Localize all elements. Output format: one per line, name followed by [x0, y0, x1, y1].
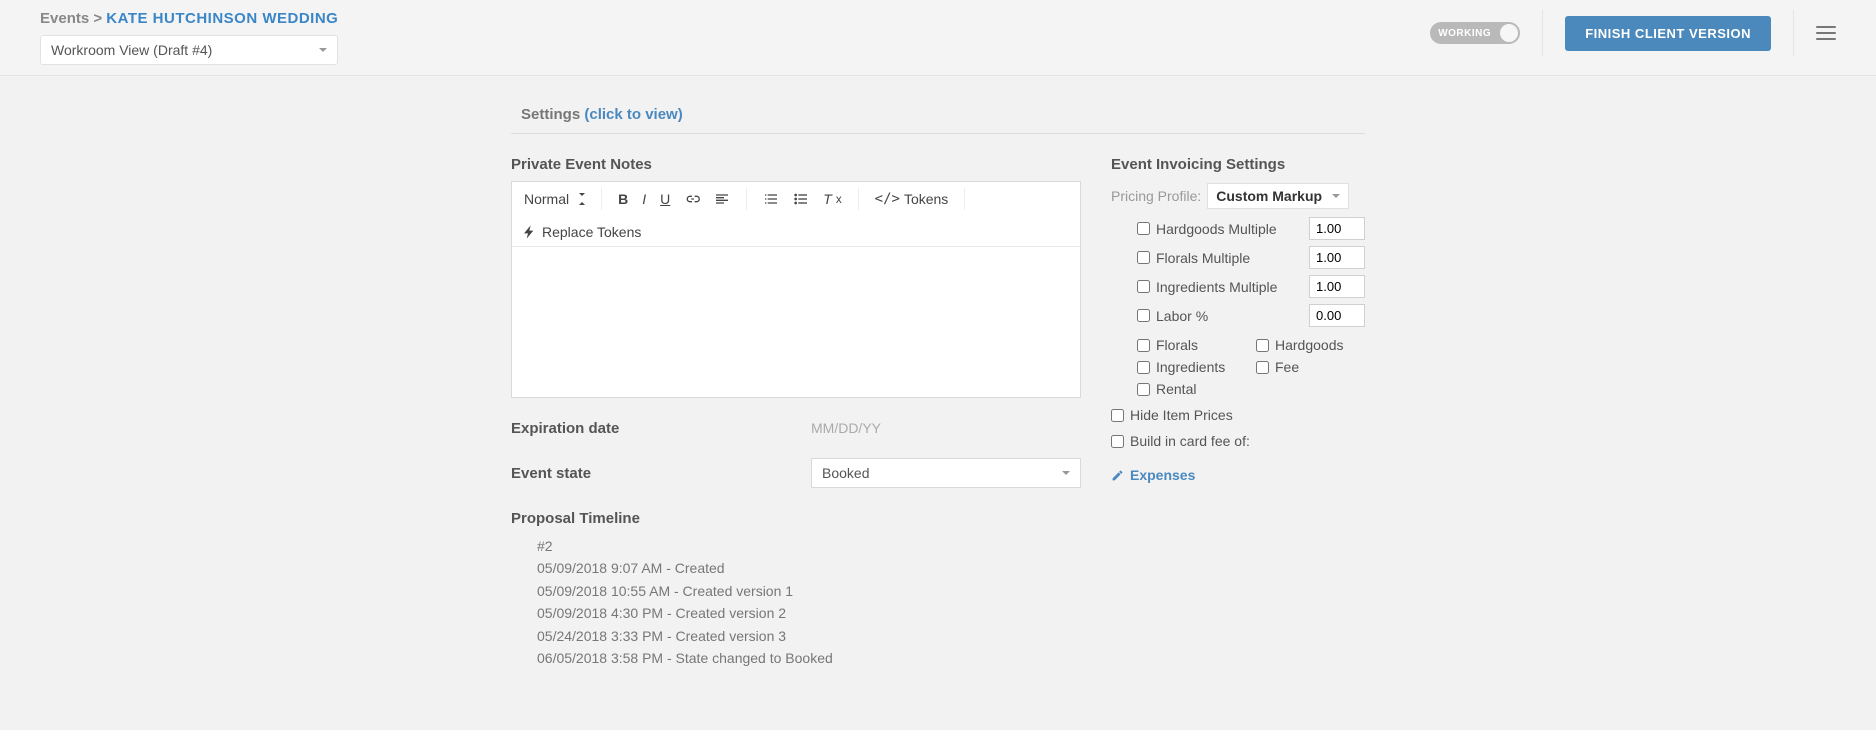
- tokens-label: Tokens: [904, 191, 948, 207]
- pricing-profile-select[interactable]: Custom Markup: [1207, 183, 1349, 209]
- labor-input[interactable]: [1309, 304, 1365, 327]
- timeline-heading: Proposal Timeline: [511, 510, 1081, 527]
- rental-label: Rental: [1156, 381, 1196, 397]
- hardgoods-multiple-checkbox[interactable]: [1137, 222, 1150, 235]
- top-right: WORKING FINISH CLIENT VERSION: [1430, 10, 1836, 56]
- proposal-timeline: Proposal Timeline #2 05/09/2018 9:07 AM …: [511, 510, 1081, 669]
- event-state-value: Booked: [822, 465, 869, 481]
- finish-client-version-button[interactable]: FINISH CLIENT VERSION: [1565, 16, 1771, 51]
- clear-format-icon[interactable]: Tx: [823, 191, 841, 207]
- timeline-id: #2: [537, 535, 1081, 557]
- settings-header: Settings (click to view): [511, 100, 1365, 134]
- hardgoods-label: Hardgoods: [1275, 337, 1344, 353]
- invoicing-heading: Event Invoicing Settings: [1111, 156, 1365, 173]
- private-notes-heading: Private Event Notes: [511, 156, 1081, 173]
- timeline-entry: 06/05/2018 3:58 PM - State changed to Bo…: [537, 647, 1081, 669]
- expiration-label: Expiration date: [511, 420, 791, 437]
- timeline-entry: 05/09/2018 4:30 PM - Created version 2: [537, 602, 1081, 624]
- right-column: Event Invoicing Settings Pricing Profile…: [1111, 156, 1365, 669]
- labor-label: Labor %: [1156, 308, 1208, 324]
- view-select-value: Workroom View (Draft #4): [51, 42, 212, 58]
- hardgoods-multiple-input[interactable]: [1309, 217, 1365, 240]
- divider: [1542, 10, 1543, 56]
- top-bar: Events > KATE HUTCHINSON WEDDING Workroo…: [0, 0, 1876, 76]
- ingredients-multiple-label: Ingredients Multiple: [1156, 279, 1277, 295]
- fee-label: Fee: [1275, 359, 1299, 375]
- pricing-profile-label: Pricing Profile:: [1111, 188, 1201, 204]
- hardgoods-checkbox[interactable]: [1256, 339, 1269, 352]
- settings-expand-link[interactable]: (click to view): [584, 106, 682, 123]
- card-fee-label: Build in card fee of:: [1130, 433, 1250, 449]
- menu-icon[interactable]: [1816, 26, 1836, 40]
- divider: [1793, 10, 1794, 56]
- pricing-profile-value: Custom Markup: [1216, 188, 1322, 204]
- expenses-link[interactable]: Expenses: [1111, 467, 1365, 483]
- bold-icon[interactable]: B: [618, 191, 628, 207]
- ingredients-multiple-checkbox[interactable]: [1137, 280, 1150, 293]
- expenses-label: Expenses: [1130, 467, 1195, 483]
- event-state-label: Event state: [511, 465, 791, 482]
- italic-icon[interactable]: I: [642, 191, 646, 207]
- main-content: Settings (click to view) Private Event N…: [503, 100, 1373, 709]
- ingredients-label: Ingredients: [1156, 359, 1225, 375]
- florals-checkbox[interactable]: [1137, 339, 1150, 352]
- hardgoods-multiple-label: Hardgoods Multiple: [1156, 221, 1277, 237]
- notes-editor: Normal B I U: [511, 181, 1081, 398]
- separator: [964, 188, 965, 210]
- underline-icon[interactable]: U: [660, 191, 670, 207]
- event-state-select[interactable]: Booked: [811, 458, 1081, 488]
- labor-checkbox[interactable]: [1137, 309, 1150, 322]
- breadcrumb-current[interactable]: KATE HUTCHINSON WEDDING: [106, 10, 338, 27]
- settings-label: Settings: [521, 106, 580, 123]
- replace-tokens-button[interactable]: Replace Tokens: [522, 224, 641, 240]
- fee-checkbox[interactable]: [1256, 361, 1269, 374]
- ordered-list-icon[interactable]: [763, 191, 779, 207]
- working-toggle[interactable]: WORKING: [1430, 22, 1520, 44]
- toggle-knob: [1500, 24, 1518, 42]
- hide-item-prices-label: Hide Item Prices: [1130, 407, 1233, 423]
- timeline-entry: 05/09/2018 9:07 AM - Created: [537, 557, 1081, 579]
- florals-multiple-input[interactable]: [1309, 246, 1365, 269]
- ingredients-checkbox[interactable]: [1137, 361, 1150, 374]
- breadcrumb: Events > KATE HUTCHINSON WEDDING: [40, 10, 338, 27]
- florals-multiple-checkbox[interactable]: [1137, 251, 1150, 264]
- florals-label: Florals: [1156, 337, 1198, 353]
- breadcrumb-parent[interactable]: Events >: [40, 10, 102, 27]
- florals-multiple-label: Florals Multiple: [1156, 250, 1250, 266]
- expiration-input[interactable]: MM/DD/YY: [811, 416, 1081, 440]
- ingredients-multiple-input[interactable]: [1309, 275, 1365, 298]
- tokens-button[interactable]: </> Tokens: [875, 191, 949, 207]
- card-fee-checkbox[interactable]: [1111, 435, 1124, 448]
- timeline-entry: 05/09/2018 10:55 AM - Created version 1: [537, 580, 1081, 602]
- link-icon[interactable]: [684, 191, 700, 207]
- view-select[interactable]: Workroom View (Draft #4): [40, 35, 338, 65]
- editor-toolbar: Normal B I U: [512, 182, 1080, 247]
- top-left: Events > KATE HUTCHINSON WEDDING Workroo…: [40, 10, 338, 65]
- editor-body[interactable]: [512, 247, 1080, 397]
- replace-tokens-label: Replace Tokens: [542, 224, 641, 240]
- hide-item-prices-checkbox[interactable]: [1111, 409, 1124, 422]
- separator: [601, 188, 602, 210]
- pencil-icon: [1111, 469, 1124, 482]
- separator: [858, 188, 859, 210]
- align-icon[interactable]: [714, 191, 730, 207]
- format-select[interactable]: Normal: [522, 189, 585, 209]
- rental-checkbox[interactable]: [1137, 383, 1150, 396]
- unordered-list-icon[interactable]: [793, 191, 809, 207]
- timeline-entry: 05/24/2018 3:33 PM - Created version 3: [537, 625, 1081, 647]
- separator: [746, 188, 747, 210]
- bolt-icon: [522, 224, 538, 240]
- left-column: Private Event Notes Normal B I U: [511, 156, 1081, 669]
- working-toggle-label: WORKING: [1438, 28, 1491, 39]
